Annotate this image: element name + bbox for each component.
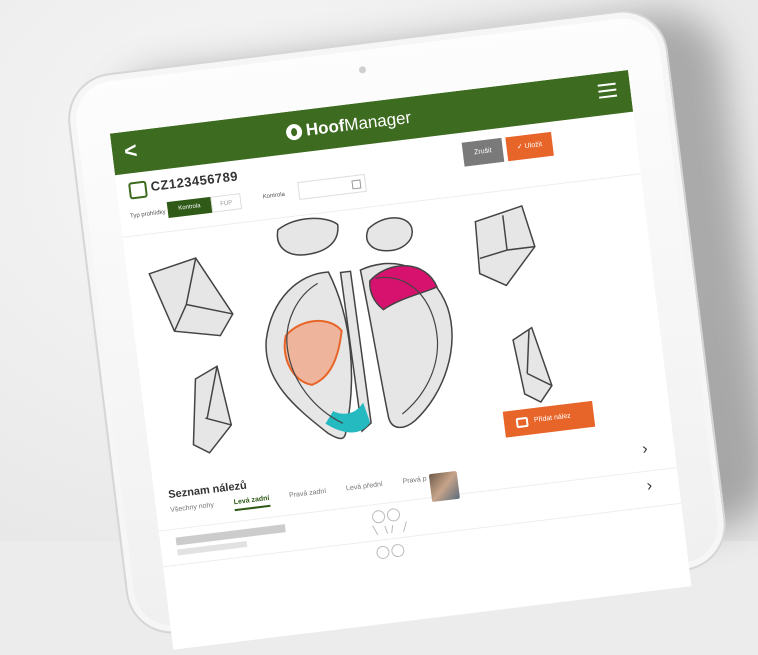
date-input[interactable]	[297, 173, 367, 200]
tab-left-front[interactable]: Levá přední	[346, 481, 384, 497]
tabs-next-chevron-icon[interactable]: ›	[641, 440, 648, 459]
add-finding-label: Přidat nález	[533, 412, 572, 425]
date-label: Kontrola	[262, 191, 286, 201]
tab-right-rear[interactable]: Pravá zadní	[289, 488, 328, 504]
save-label: Uložit	[524, 141, 543, 151]
hoof-photo-thumbnail[interactable]	[428, 470, 460, 503]
tab-right-front[interactable]: Pravá p	[402, 476, 427, 491]
back-chevron-icon[interactable]: <	[123, 138, 139, 164]
top-right-bulb-zone[interactable]	[365, 216, 414, 254]
save-button[interactable]: ✓ Uložit	[505, 131, 554, 162]
cow-icon	[128, 180, 148, 200]
exam-type-option-fup[interactable]: FÚP	[210, 193, 243, 213]
app-screen: < Hoof Manager CZ123456789 Zrušit ✓ Uloži…	[109, 69, 692, 650]
row-chevron-right-icon[interactable]: ›	[646, 477, 653, 496]
findings-title: Seznam nálezů	[167, 479, 248, 502]
logo-text-light: Manager	[343, 107, 413, 135]
right-lower-wall-zone[interactable]	[512, 326, 554, 404]
logo-text-bold: Hoof	[304, 116, 346, 140]
cancel-button[interactable]: Zrušit	[461, 137, 505, 167]
calendar-icon	[351, 179, 362, 190]
tab-left-rear[interactable]: Levá zadní	[233, 494, 271, 512]
hamburger-menu-icon[interactable]	[597, 82, 618, 103]
left-upper-wall-zone[interactable]	[148, 254, 235, 343]
exam-type-option-kontrola[interactable]: Kontrola	[166, 196, 213, 219]
finding-hoof-thumbnail-icon	[372, 508, 407, 536]
tab-all-legs[interactable]: Všechny nohy	[170, 502, 215, 519]
tablet-device: < Hoof Manager CZ123456789 Zrušit ✓ Uloži…	[62, 5, 732, 650]
hoof-logo-icon	[285, 123, 304, 142]
camera-dot	[358, 65, 367, 74]
medical-kit-icon	[515, 416, 529, 429]
exam-type-label: Typ prohlídky	[129, 209, 166, 220]
top-left-bulb-zone[interactable]	[276, 215, 341, 258]
app-logo: Hoof Manager	[285, 108, 412, 143]
finding-hoof-thumbnail-icon	[376, 544, 405, 559]
animal-id: CZ123456789	[149, 168, 239, 194]
